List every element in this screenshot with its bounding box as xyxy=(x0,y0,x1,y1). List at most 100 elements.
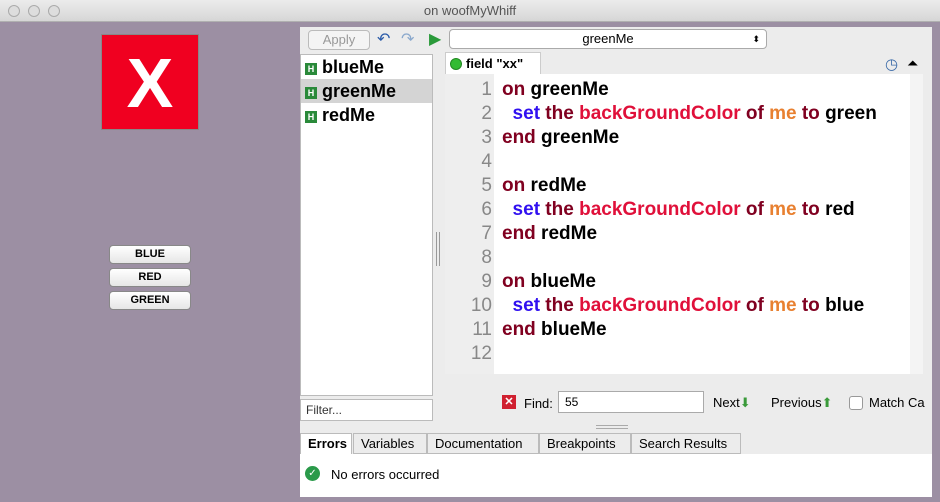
line-number: 9 xyxy=(481,271,492,292)
code-token: me xyxy=(763,103,797,124)
code-line: end greenMe xyxy=(502,126,619,150)
arrow-down-icon: ⬇ xyxy=(739,395,751,410)
handler-label: greenMe xyxy=(322,81,397,101)
collapse-icon[interactable]: ⏶ xyxy=(907,55,918,72)
redo-icon[interactable]: ↷ xyxy=(401,29,414,49)
clock-icon[interactable]: ◷ xyxy=(885,55,898,73)
tab-errors[interactable]: Errors xyxy=(300,433,352,454)
line-number: 1 xyxy=(481,79,492,100)
close-find-icon[interactable]: ✕ xyxy=(502,395,516,409)
previous-button[interactable]: Previous⬆ xyxy=(771,395,832,411)
tab-search-results[interactable]: Search Results xyxy=(631,433,741,454)
red-button[interactable]: RED xyxy=(109,268,191,287)
handler-label: blueMe xyxy=(322,57,385,77)
code-token: of xyxy=(740,295,764,316)
blue-button[interactable]: BLUE xyxy=(109,245,191,264)
code-token: of xyxy=(740,103,764,124)
code-line: set the backGroundColor of me to green xyxy=(502,102,877,126)
code-token: backGroundColor xyxy=(573,199,741,220)
splitter-handle[interactable] xyxy=(436,232,440,266)
errors-pane: ✓ No errors occurred xyxy=(300,454,932,497)
find-input[interactable]: 55 xyxy=(558,391,704,413)
handler-select[interactable]: greenMe ⬍ xyxy=(449,29,767,49)
handler-icon: H xyxy=(305,87,317,99)
code-token: green xyxy=(819,103,877,124)
next-button[interactable]: Next⬇ xyxy=(713,395,751,411)
code-token: on xyxy=(502,175,526,196)
handler-label: redMe xyxy=(322,105,376,125)
match-case-label: Match Ca xyxy=(869,395,925,410)
handler-item-greenMe[interactable]: HgreenMe xyxy=(301,79,432,103)
handler-item-blueMe[interactable]: HblueMe xyxy=(301,55,432,79)
zoom-button[interactable] xyxy=(48,5,60,17)
handler-list: HblueMe HgreenMe HredMe xyxy=(300,54,433,396)
window-title: on woofMyWhiff xyxy=(423,3,517,18)
status-dot-icon xyxy=(450,58,462,70)
line-number: 5 xyxy=(481,175,492,196)
line-number: 4 xyxy=(481,151,492,172)
green-button[interactable]: GREEN xyxy=(109,291,191,310)
title-bar: on woofMyWhiff xyxy=(0,0,940,22)
handler-icon: H xyxy=(305,111,317,123)
code-token: me xyxy=(763,295,797,316)
line-number: 11 xyxy=(472,319,492,340)
code-token: redMe xyxy=(535,223,598,244)
code-line: end blueMe xyxy=(502,318,607,342)
code-area[interactable]: 1 on greenMe 2 set the backGroundColor of … xyxy=(445,74,910,374)
code-token: on xyxy=(502,271,526,292)
code-token: set xyxy=(502,295,541,316)
code-token: red xyxy=(819,199,855,220)
code-line: on redMe xyxy=(502,174,586,198)
tab-documentation[interactable]: Documentation xyxy=(427,433,539,454)
code-token: the xyxy=(540,199,574,220)
code-token: set xyxy=(502,199,541,220)
code-line: on greenMe xyxy=(502,78,609,102)
match-case-checkbox[interactable] xyxy=(849,396,863,410)
run-icon[interactable]: ▶ xyxy=(429,29,441,49)
tab-variables[interactable]: Variables xyxy=(353,433,427,454)
code-token: the xyxy=(540,295,574,316)
apply-button[interactable]: Apply xyxy=(308,30,370,50)
line-number: 8 xyxy=(481,247,492,268)
code-token: to xyxy=(796,103,820,124)
close-button[interactable] xyxy=(8,5,20,17)
handler-item-redMe[interactable]: HredMe xyxy=(301,103,432,127)
code-token: blue xyxy=(819,295,865,316)
line-number: 7 xyxy=(481,223,492,244)
error-status: No errors occurred xyxy=(331,467,440,482)
check-icon: ✓ xyxy=(305,466,320,481)
line-number: 2 xyxy=(481,103,492,124)
code-token: end xyxy=(502,223,536,244)
undo-icon[interactable]: ↶ xyxy=(377,29,390,49)
red-x-graphic[interactable]: X xyxy=(101,34,199,130)
code-token: end xyxy=(502,319,536,340)
code-token: blueMe xyxy=(535,319,607,340)
code-token: end xyxy=(502,127,536,148)
minimize-button[interactable] xyxy=(28,5,40,17)
updown-icon: ⬍ xyxy=(752,34,760,44)
tab-breakpoints[interactable]: Breakpoints xyxy=(539,433,631,454)
code-token: on xyxy=(502,79,526,100)
code-token: to xyxy=(796,295,820,316)
code-line: set the backGroundColor of me to red xyxy=(502,198,855,222)
code-line: on blueMe xyxy=(502,270,596,294)
editor-tab[interactable]: field "xx" xyxy=(445,52,541,74)
line-number: 3 xyxy=(481,127,492,148)
code-token: to xyxy=(796,199,820,220)
script-editor: Apply ↶ ↷ ▶ greenMe ⬍ HblueMe HgreenMe Hred… xyxy=(300,27,932,497)
scrollbar[interactable] xyxy=(910,74,923,374)
code-token: of xyxy=(740,199,764,220)
code-token: greenMe xyxy=(525,79,609,100)
code-token: backGroundColor xyxy=(573,103,741,124)
line-number: 6 xyxy=(481,199,492,220)
code-token: the xyxy=(540,103,574,124)
arrow-up-icon: ⬆ xyxy=(821,395,833,410)
code-token: blueMe xyxy=(525,271,596,292)
pane-resize-handle[interactable] xyxy=(596,425,628,429)
code-token: set xyxy=(502,103,541,124)
handler-icon: H xyxy=(305,63,317,75)
code-token: me xyxy=(763,199,797,220)
code-token: redMe xyxy=(525,175,587,196)
filter-input[interactable]: Filter... xyxy=(300,399,433,421)
line-number: 12 xyxy=(470,343,492,364)
